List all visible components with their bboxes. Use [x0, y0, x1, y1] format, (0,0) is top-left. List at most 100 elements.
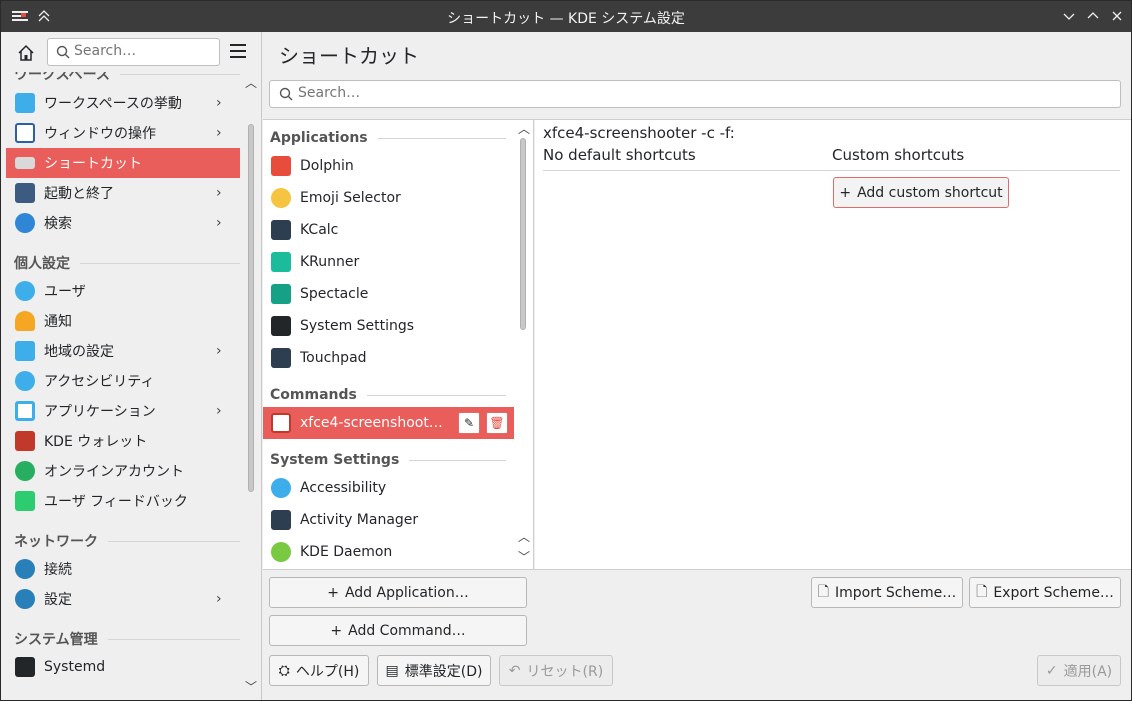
close-icon[interactable] — [1108, 7, 1126, 25]
list-item-label: Touchpad — [300, 350, 367, 366]
sidebar-item-notifications[interactable]: 通知 — [6, 306, 240, 336]
scroll-up-icon[interactable]: ︿ — [245, 74, 257, 91]
scroll-up-icon[interactable]: ︿ — [518, 120, 530, 137]
sidebar-item-window-management[interactable]: ウィンドウの操作 › — [6, 118, 240, 148]
export-scheme-button[interactable]: 🗋 Export Scheme… — [969, 577, 1121, 608]
list-item-accessibility[interactable]: Accessibility — [263, 472, 514, 504]
button-label: ヘルプ(H) — [295, 663, 360, 680]
sidebar-item-systemd[interactable]: Systemd — [6, 652, 240, 682]
group-header-commands: Commands — [270, 387, 506, 403]
sidebar-item-shortcuts[interactable]: ショートカット — [6, 148, 240, 178]
maximize-icon[interactable] — [1084, 7, 1102, 25]
sidebar-item-users[interactable]: ユーザ — [6, 276, 240, 306]
users-icon — [15, 281, 35, 301]
plus-icon: + — [839, 184, 852, 201]
list-item-emoji-selector[interactable]: Emoji Selector — [263, 182, 514, 214]
activity-manager-icon — [271, 510, 291, 530]
header-divider — [543, 170, 1120, 171]
group-label: System Settings — [270, 452, 400, 468]
spectacle-icon — [271, 284, 291, 304]
list-item-krunner[interactable]: KRunner — [263, 246, 514, 278]
plus-icon: + — [327, 584, 339, 601]
add-application-button[interactable]: + Add Application… — [269, 577, 527, 608]
chevron-right-icon: › — [216, 125, 222, 141]
list-item-spectacle[interactable]: Spectacle — [263, 278, 514, 310]
add-custom-shortcut-button[interactable]: + Add custom shortcut — [833, 177, 1009, 208]
list-item-touchpad[interactable]: Touchpad — [263, 342, 514, 374]
sidebar-item-label: Systemd — [44, 659, 106, 675]
sidebar-section-network: ネットワーク — [14, 531, 240, 551]
sidebar-section-label: システム管理 — [14, 632, 98, 648]
defaults-button[interactable]: ▤ 標準設定(D) — [377, 655, 491, 686]
shortcut-search-input[interactable] — [298, 85, 898, 101]
sidebar-item-workspace-behavior[interactable]: ワークスペースの挙動 › — [6, 88, 240, 118]
sidebar-section-label: 個人設定 — [14, 256, 70, 272]
sidebar-item-label: KDE ウォレット — [44, 434, 148, 450]
sidebar-item-applications[interactable]: アプリケーション › — [6, 396, 240, 426]
list-item-kde-daemon[interactable]: KDE Daemon — [263, 536, 514, 568]
sidebar-item-online-accounts[interactable]: オンラインアカウント — [6, 456, 240, 486]
pencil-icon: ✎ — [463, 416, 475, 430]
regional-icon — [15, 341, 35, 361]
sidebar-item-label: アプリケーション — [44, 404, 156, 420]
online-accounts-icon — [15, 461, 35, 481]
list-item-label: KRunner — [300, 254, 360, 270]
minimize-icon[interactable] — [1060, 7, 1078, 25]
list-item-dolphin[interactable]: Dolphin — [263, 150, 514, 182]
button-label: Add Command… — [348, 622, 466, 639]
sidebar-item-network-settings[interactable]: 設定 › — [6, 584, 240, 614]
sidebar-search-input[interactable] — [74, 43, 214, 59]
scroll-down-icon[interactable]: ﹀ — [245, 678, 257, 695]
network-settings-icon — [15, 589, 35, 609]
button-label: リセット(R) — [526, 663, 604, 680]
import-scheme-button[interactable]: 🗋 Import Scheme… — [811, 577, 963, 608]
startup-icon — [15, 183, 35, 203]
shortcut-search-field[interactable] — [269, 80, 1121, 108]
sidebar-item-label: ユーザ — [44, 284, 86, 300]
trash-icon: 🗑 — [489, 416, 505, 430]
sidebar-item-search[interactable]: 検索 › — [6, 208, 240, 238]
chevron-right-icon: › — [216, 343, 222, 359]
app-window: ショートカット — KDE システム設定 ワークスペース ワ — [0, 0, 1132, 701]
list-item-kcalc[interactable]: KCalc — [263, 214, 514, 246]
component-list-scrollbar[interactable]: ︿ ︿ ﹀ — [514, 120, 534, 569]
sidebar-item-connections[interactable]: 接続 — [6, 554, 240, 584]
sidebar-scroll-thumb[interactable] — [248, 124, 254, 492]
dolphin-icon — [271, 156, 291, 176]
sidebar-item-label: 地域の設定 — [44, 344, 114, 360]
delete-command-button[interactable]: 🗑 — [486, 412, 508, 434]
sidebar-item-accessibility[interactable]: アクセシビリティ — [6, 366, 240, 396]
reset-button[interactable]: ↶ リセット(R) — [499, 655, 613, 686]
sidebar-item-kde-wallet[interactable]: KDE ウォレット — [6, 426, 240, 456]
sidebar-item-regional[interactable]: 地域の設定 › — [6, 336, 240, 366]
sidebar: ワークスペース ワークスペースの挙動 › ウィンドウの操作 › ショートカット … — [1, 32, 262, 700]
button-label: Add Application… — [344, 584, 469, 601]
touchpad-icon — [271, 348, 291, 368]
edit-command-button[interactable]: ✎ — [458, 412, 480, 434]
hamburger-menu-icon[interactable] — [230, 44, 248, 60]
sidebar-search-field[interactable] — [47, 38, 220, 66]
list-item-xfce4-screenshooter[interactable]: xfce4-screenshoot… ✎ 🗑 — [263, 407, 514, 439]
component-list-scroll-thumb[interactable] — [520, 138, 526, 330]
list-item-label: Emoji Selector — [300, 190, 401, 206]
list-item-activity-manager[interactable]: Activity Manager — [263, 504, 514, 536]
systemd-icon — [15, 657, 35, 677]
help-button[interactable]: ⛭ ヘルプ(H) — [269, 655, 369, 686]
add-command-button[interactable]: + Add Command… — [269, 615, 527, 646]
scroll-up-icon[interactable]: ︿ — [518, 528, 530, 545]
sidebar-scrollbar[interactable]: ︿ ﹀ — [243, 72, 261, 698]
sidebar-item-startup[interactable]: 起動と終了 › — [6, 178, 240, 208]
scroll-down-icon[interactable]: ﹀ — [518, 548, 530, 565]
list-item-label: Activity Manager — [300, 512, 419, 528]
shortcut-detail-pane: xfce4-screenshooter -c -f: No default sh… — [535, 120, 1131, 569]
group-label: Commands — [270, 387, 357, 403]
help-lifebuoy-icon: ⛭ — [278, 662, 290, 679]
command-icon — [271, 413, 291, 433]
apply-button[interactable]: ✓ 適用(A) — [1037, 655, 1121, 686]
window-management-icon — [15, 123, 35, 143]
list-item-system-settings[interactable]: System Settings — [263, 310, 514, 342]
sidebar-item-label: 接続 — [44, 562, 72, 578]
sidebar-item-user-feedback[interactable]: ユーザ フィードバック — [6, 486, 240, 516]
home-icon[interactable] — [13, 40, 39, 66]
sidebar-section-label: ネットワーク — [14, 534, 98, 550]
